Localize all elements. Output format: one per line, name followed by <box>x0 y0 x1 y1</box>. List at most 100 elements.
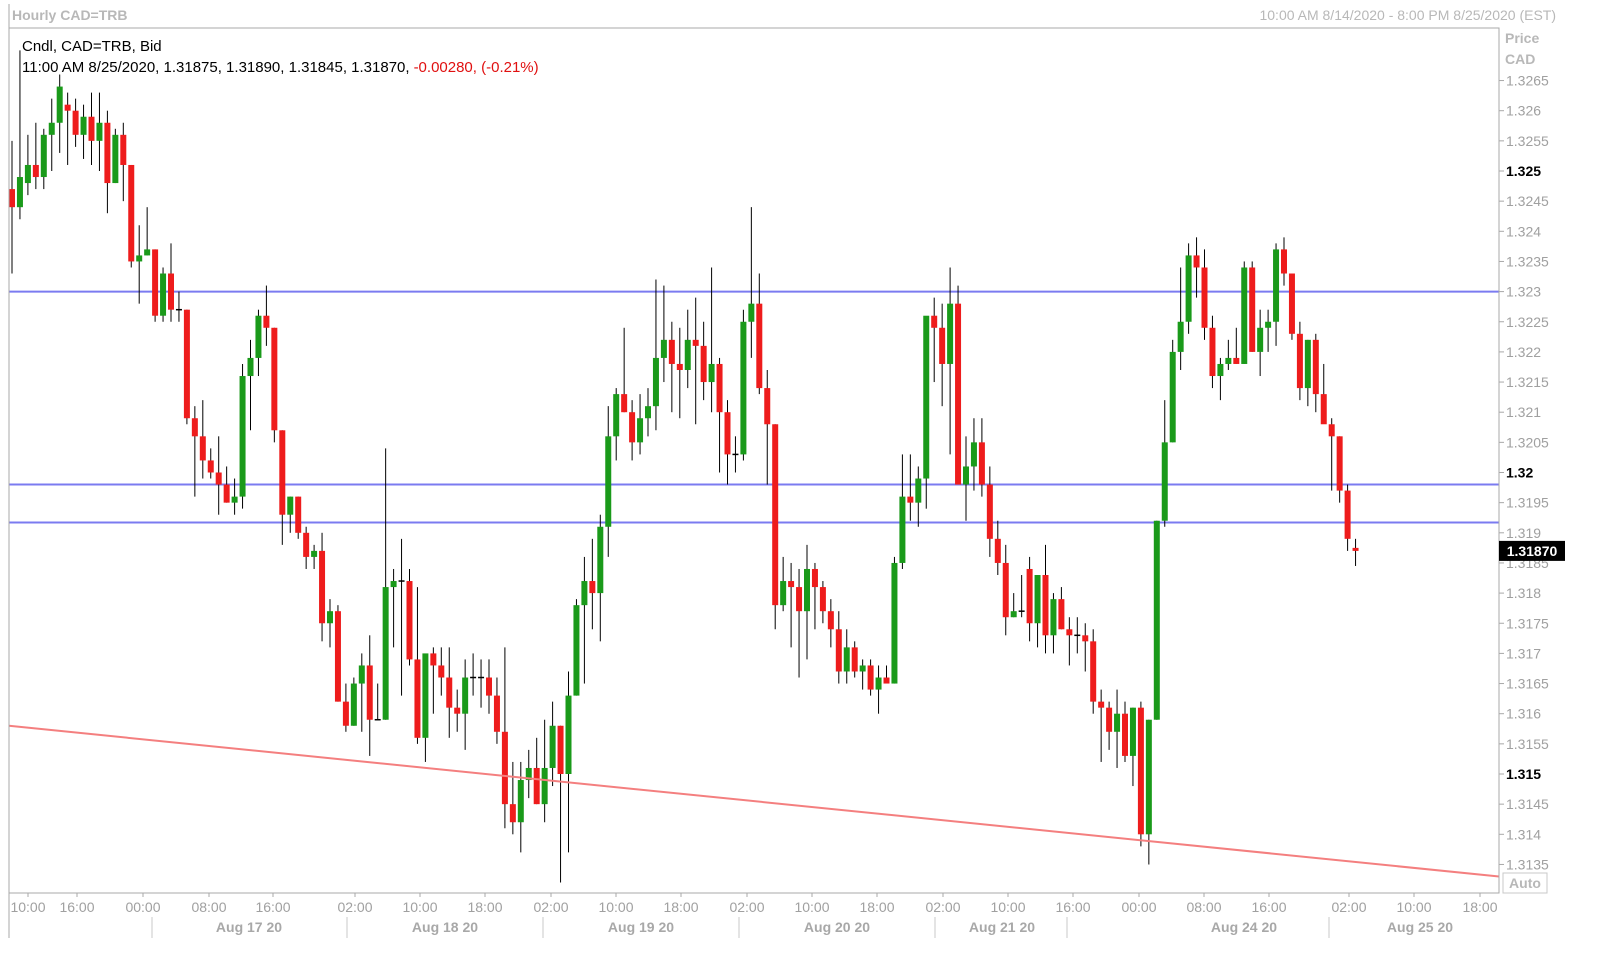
price-tick-label: 1.3195 <box>1506 495 1549 511</box>
candle-body <box>891 562 898 684</box>
candle-body <box>390 581 397 588</box>
candle-body <box>748 303 755 322</box>
candle-body <box>40 134 47 178</box>
candle-body <box>867 665 874 690</box>
candle-body <box>486 677 492 696</box>
time-tick-label: 10:00 <box>990 899 1025 915</box>
candle-body <box>191 418 198 437</box>
candle-body <box>48 122 55 135</box>
candle-body <box>128 164 135 262</box>
candle-body <box>1082 635 1089 642</box>
candle-body <box>430 653 437 666</box>
candle-body <box>684 339 691 370</box>
candle-body <box>637 418 644 443</box>
candle-body <box>509 804 516 823</box>
candle <box>1137 701 1144 847</box>
candle-body <box>1137 707 1144 835</box>
candle-body <box>1296 333 1303 389</box>
candle <box>1249 261 1256 352</box>
candle-body <box>144 249 151 256</box>
time-tick-label: 02:00 <box>533 899 568 915</box>
candle-body <box>780 581 787 606</box>
candle-body <box>342 701 349 726</box>
price-tick-label: 1.3175 <box>1506 615 1549 631</box>
candle-body <box>549 725 556 768</box>
price-tick-label: 1.3265 <box>1506 73 1549 89</box>
candle-body <box>1058 599 1065 630</box>
candle-body <box>366 665 373 720</box>
candle-body <box>239 376 246 497</box>
candle-body <box>883 677 890 684</box>
time-tick-label: 18:00 <box>663 899 698 915</box>
price-tick-label: 1.318 <box>1506 585 1541 601</box>
candle-body <box>1328 424 1335 437</box>
candle-body <box>1257 327 1264 352</box>
time-tick-label: 00:00 <box>1121 899 1156 915</box>
candle-body <box>358 665 365 684</box>
price-axis-title: Price <box>1505 30 1539 46</box>
candle <box>891 556 898 684</box>
time-tick-label: 18:00 <box>1462 899 1497 915</box>
candle-body <box>255 315 262 358</box>
candle <box>1153 520 1160 720</box>
candle-body <box>581 581 588 606</box>
candle-body <box>1153 520 1160 720</box>
candle-body <box>1336 436 1343 491</box>
candle-body <box>557 725 564 774</box>
candle-body <box>295 496 302 533</box>
price-tick-label: 1.317 <box>1506 645 1541 661</box>
candle-body <box>24 164 31 184</box>
candle-body <box>740 321 747 455</box>
candle-body <box>493 695 500 732</box>
candle-body <box>382 587 389 720</box>
candle-body <box>72 110 79 135</box>
candle-body <box>819 587 826 612</box>
candle-body <box>350 683 357 726</box>
price-tick-label: 1.3165 <box>1506 676 1549 692</box>
candle-body <box>454 707 461 714</box>
price-tick-label: 1.3205 <box>1506 434 1549 450</box>
candle <box>160 267 167 322</box>
price-tick-label: 1.3135 <box>1506 856 1549 872</box>
price-tick-label: 1.3255 <box>1506 133 1549 149</box>
candle-body <box>414 659 421 738</box>
time-tick-label: 02:00 <box>1331 899 1366 915</box>
time-tick-label: 18:00 <box>467 899 502 915</box>
time-tick-label: 18:00 <box>859 899 894 915</box>
last-price-badge: 1.31870 <box>1499 540 1565 561</box>
candle-body <box>215 472 222 485</box>
candle-body <box>597 526 604 594</box>
candle-body <box>947 303 954 364</box>
candle-body <box>1066 629 1073 636</box>
candle-body <box>724 412 731 455</box>
candle-body <box>32 164 39 178</box>
candle-body <box>788 581 795 588</box>
candle-body <box>223 484 230 503</box>
candle <box>1185 243 1192 334</box>
candle-body <box>613 394 620 437</box>
candle-body <box>1177 321 1184 352</box>
candle-body <box>708 363 715 383</box>
candle-body <box>1034 575 1041 624</box>
candle-body <box>827 611 834 630</box>
candle-body <box>1098 701 1105 708</box>
candle-body <box>589 581 596 594</box>
candle-body <box>1209 327 1216 377</box>
candle-body <box>1201 267 1208 328</box>
time-tick-label: 02:00 <box>925 899 960 915</box>
candle-body <box>231 496 238 503</box>
date-label: Aug 20 20 <box>804 919 870 935</box>
candle-body <box>621 394 628 413</box>
candle-body <box>835 629 842 672</box>
candle-body <box>1288 273 1295 334</box>
candle-body <box>263 315 270 328</box>
candle-body <box>9 189 15 208</box>
price-tick-label: 1.3235 <box>1506 253 1549 269</box>
candle-body <box>676 363 683 370</box>
candle <box>1241 261 1248 364</box>
candle-body <box>1217 363 1224 377</box>
candle-body <box>1273 249 1280 322</box>
candle <box>406 568 413 666</box>
candle-body <box>438 665 445 678</box>
candle-body <box>939 327 946 364</box>
